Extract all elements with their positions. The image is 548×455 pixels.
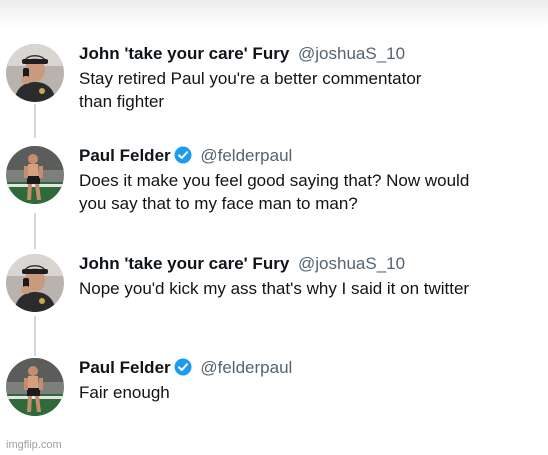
user-handle[interactable]: @joshuaS_10 — [298, 44, 405, 63]
tweet-text: Stay retired Paul you're a better commen… — [79, 67, 542, 113]
fighter-avatar-icon — [6, 146, 64, 204]
tweet-header: Paul Felder @felderpaul — [79, 358, 542, 378]
avatar[interactable] — [6, 146, 64, 204]
person-phone-avatar-icon — [6, 254, 64, 312]
tweet-text-line: Fair enough — [79, 383, 170, 402]
tweet-text-line: Stay retired Paul you're a better commen… — [79, 69, 422, 88]
fighter-avatar-icon — [6, 358, 64, 416]
verified-badge-icon — [174, 358, 192, 376]
top-shadow — [0, 0, 548, 28]
avatar[interactable] — [6, 254, 64, 312]
tweet-text: Fair enough — [79, 381, 542, 404]
display-name[interactable]: John 'take your care' Fury — [79, 254, 289, 273]
display-name[interactable]: Paul Felder — [79, 146, 171, 165]
display-name[interactable]: John 'take your care' Fury — [79, 44, 289, 63]
watermark: imgflip.com — [6, 439, 62, 451]
user-handle[interactable]: @joshuaS_10 — [298, 254, 405, 273]
user-handle[interactable]: @felderpaul — [200, 358, 292, 377]
thread-connector — [34, 316, 36, 356]
tweet-text-line: than fighter — [79, 92, 165, 111]
avatar[interactable] — [6, 358, 64, 416]
tweet-text: Nope you'd kick my ass that's why I said… — [79, 277, 542, 300]
user-handle[interactable]: @felderpaul — [200, 146, 292, 165]
tweet-text: Does it make you feel good saying that? … — [79, 169, 542, 215]
verified-badge-icon — [174, 146, 192, 164]
tweet-header: John 'take your care' Fury @joshuaS_10 — [79, 44, 542, 64]
tweet-header: Paul Felder @felderpaul — [79, 146, 542, 166]
person-phone-avatar-icon — [6, 44, 64, 102]
thread-connector — [34, 213, 36, 249]
display-name[interactable]: Paul Felder — [79, 358, 171, 377]
tweet-text-line: Does it make you feel good saying that? … — [79, 171, 470, 190]
avatar[interactable] — [6, 44, 64, 102]
tweet-header: John 'take your care' Fury @joshuaS_10 — [79, 254, 542, 274]
tweet-text-line: you say that to my face man to man? — [79, 194, 358, 213]
tweet-text-line: Nope you'd kick my ass that's why I said… — [79, 279, 470, 298]
thread-connector — [34, 104, 36, 138]
